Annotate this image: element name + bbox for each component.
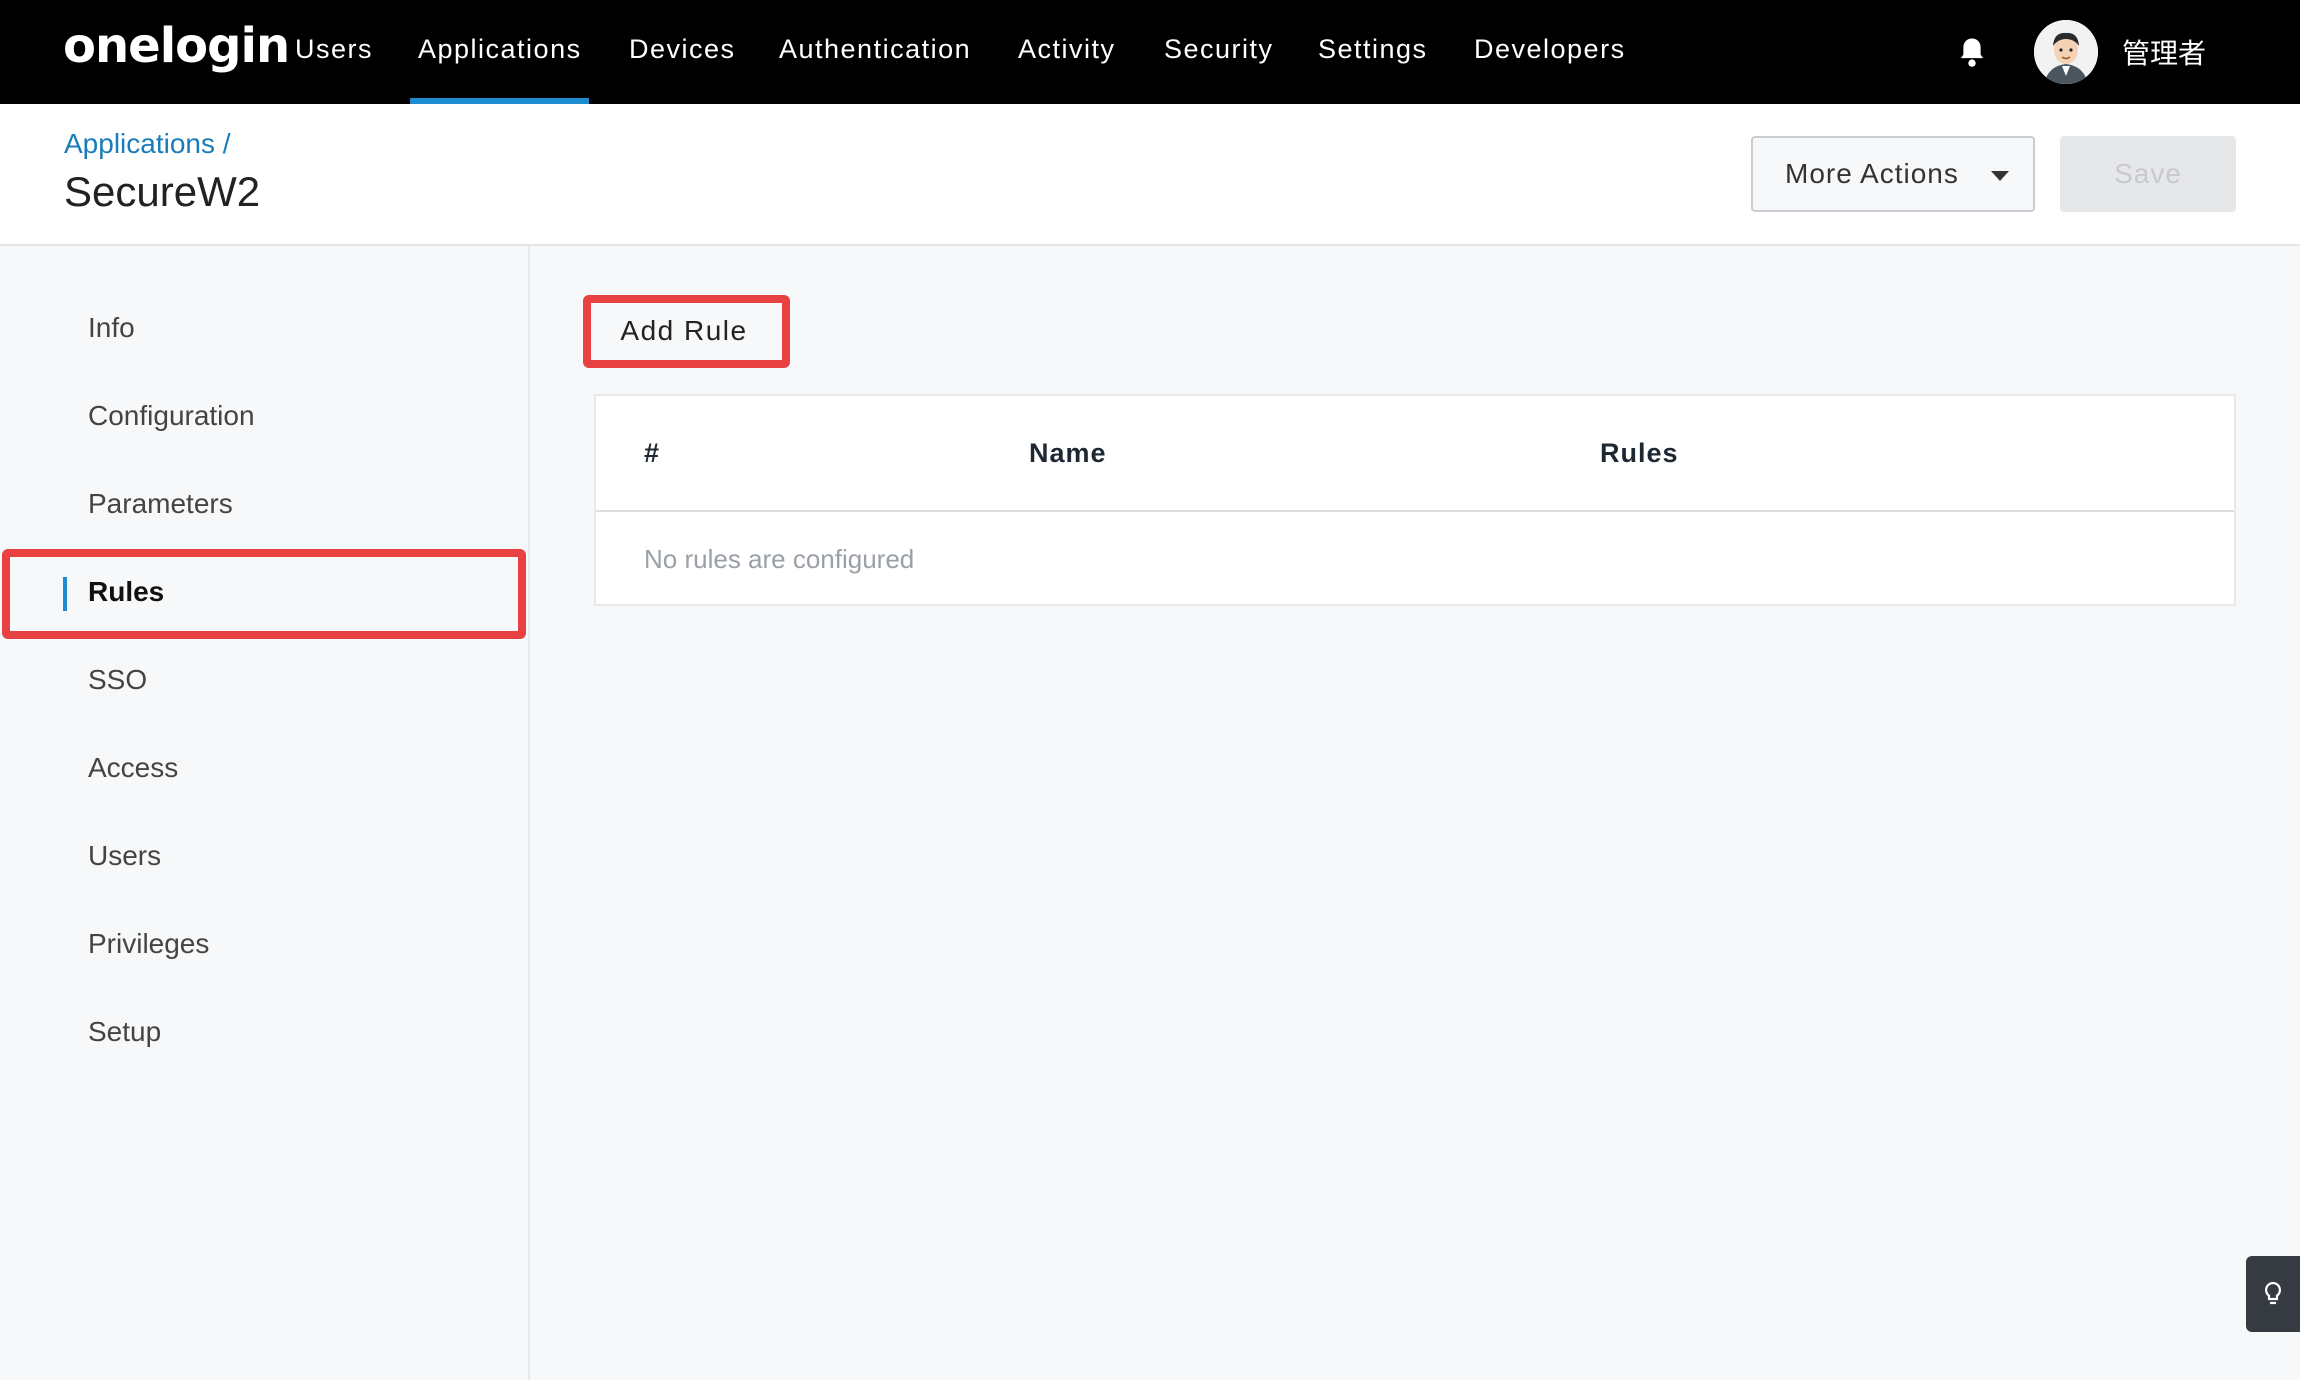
top-navbar: onelogin Users Applications Devices Auth… <box>0 0 2300 104</box>
sidebar-item-setup[interactable]: Setup <box>88 1016 161 1048</box>
column-header-rules[interactable]: Rules <box>1600 438 1679 469</box>
empty-state-message: No rules are configured <box>644 544 915 574</box>
sidebar-item-access[interactable]: Access <box>88 752 178 784</box>
user-name[interactable]: 管理者 <box>2122 32 2206 72</box>
onelogin-logo[interactable]: onelogin <box>63 18 290 74</box>
column-header-name[interactable]: Name <box>1029 438 1107 469</box>
rules-table: # Name Rules No rules are configured <box>594 394 2236 606</box>
breadcrumb[interactable]: Applications / <box>64 128 231 160</box>
column-header-number[interactable]: # <box>644 438 660 469</box>
lightbulb-icon <box>2264 1281 2282 1305</box>
help-button[interactable] <box>2246 1256 2300 1332</box>
nav-security[interactable]: Security <box>1164 34 1274 65</box>
nav-applications[interactable]: Applications <box>418 34 582 65</box>
sidebar-item-users[interactable]: Users <box>88 840 161 872</box>
nav-authentication[interactable]: Authentication <box>779 34 971 65</box>
user-avatar-icon <box>2034 20 2098 84</box>
sidebar-item-parameters[interactable]: Parameters <box>88 488 233 520</box>
sidebar-item-sso[interactable]: SSO <box>88 664 147 696</box>
nav-settings[interactable]: Settings <box>1318 34 1428 65</box>
page-title: SecureW2 <box>64 168 261 215</box>
table-header: # Name Rules <box>596 396 2234 512</box>
save-button[interactable]: Save <box>2060 136 2236 212</box>
sidebar-item-configuration[interactable]: Configuration <box>88 400 255 432</box>
sidebar: Info Configuration Parameters Rules SSO … <box>0 246 530 1380</box>
nav-devices[interactable]: Devices <box>629 34 736 65</box>
sidebar-item-info[interactable]: Info <box>88 312 135 344</box>
rules-highlight-box <box>2 549 526 639</box>
add-rule-highlight-box <box>583 295 790 368</box>
page-header: Applications / SecureW2 More Actions Sav… <box>0 104 2300 246</box>
more-actions-button[interactable]: More Actions <box>1751 136 2035 212</box>
chevron-down-icon <box>1991 171 2009 181</box>
nav-users[interactable]: Users <box>295 34 373 65</box>
nav-activity[interactable]: Activity <box>1018 34 1116 65</box>
sidebar-item-privileges[interactable]: Privileges <box>88 928 209 960</box>
more-actions-label: More Actions <box>1785 158 1959 189</box>
bell-icon[interactable] <box>1957 36 1987 68</box>
avatar[interactable] <box>2034 20 2098 84</box>
nav-developers[interactable]: Developers <box>1474 34 1626 65</box>
